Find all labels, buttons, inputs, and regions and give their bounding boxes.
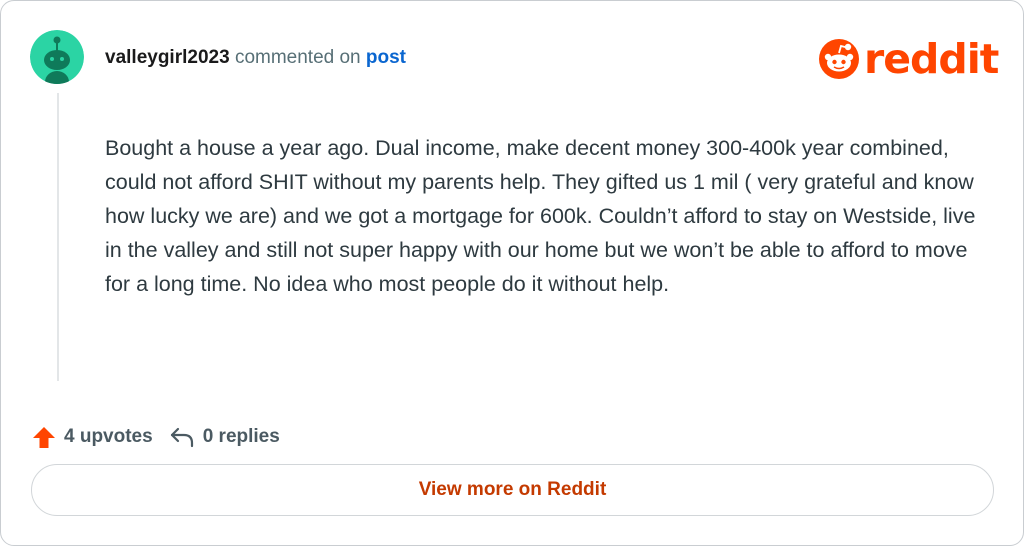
upvote-arrow-icon: [33, 427, 55, 448]
comment-header: valleygirl2023 commented on post: [105, 46, 406, 70]
reddit-wordmark: reddit: [864, 35, 999, 83]
thread-line: [57, 93, 59, 381]
reddit-comment-card: valleygirl2023 commented on post reddit …: [0, 0, 1024, 546]
comment-body: Bought a house a year ago. Dual income, …: [105, 136, 976, 296]
upvote-count: 4 upvotes: [64, 426, 153, 447]
commented-on-text: commented on: [234, 47, 361, 68]
comment-actions: 4 upvotes 0 replies: [32, 425, 280, 449]
reply-count: 0 replies: [202, 426, 280, 447]
reply-button[interactable]: 0 replies: [169, 426, 280, 448]
snoo-logo-icon: [819, 39, 859, 79]
reply-arrow-icon: [170, 427, 193, 448]
upvote-button[interactable]: 4 upvotes: [32, 425, 153, 449]
avatar[interactable]: [30, 30, 84, 84]
snoo-avatar-icon: [30, 30, 84, 84]
post-link[interactable]: post: [366, 47, 406, 68]
reddit-logo[interactable]: reddit: [818, 35, 999, 83]
view-more-button[interactable]: View more on Reddit: [31, 464, 994, 516]
username[interactable]: valleygirl2023: [105, 47, 230, 68]
